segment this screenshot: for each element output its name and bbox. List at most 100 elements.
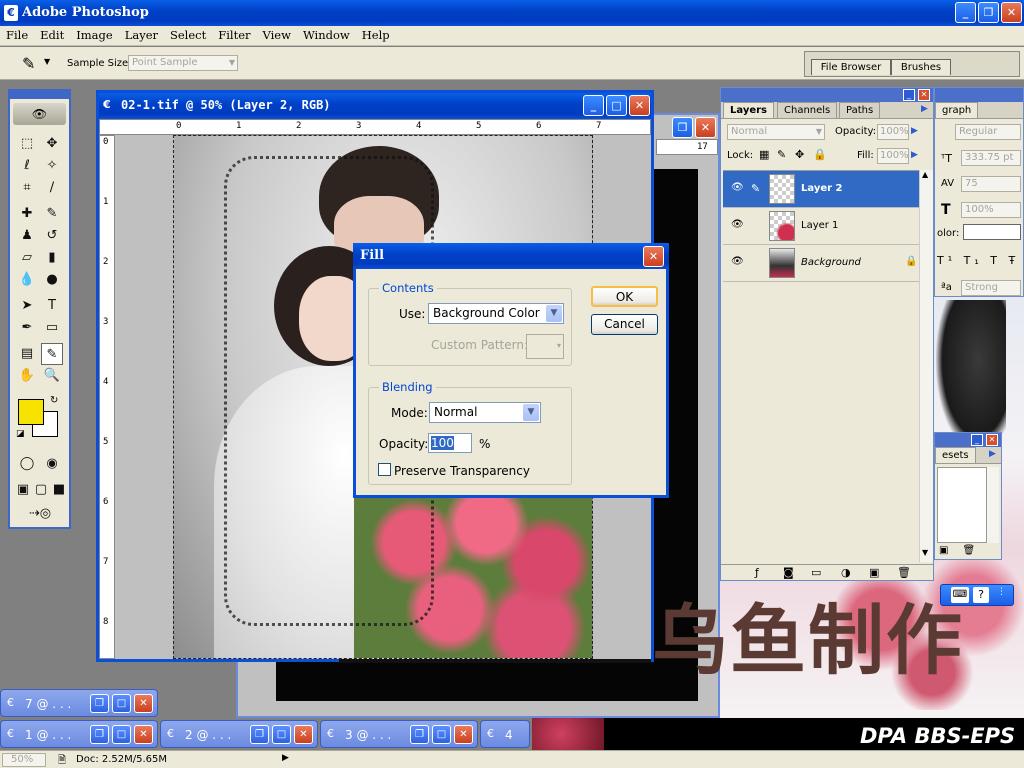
visibility-eye-icon[interactable]: 👁 [731, 220, 745, 230]
eyedropper-tool-icon[interactable]: ✎ [41, 343, 63, 365]
path-selection-tool-icon[interactable]: ➤ [16, 295, 38, 317]
screen-mode-standard-icon[interactable]: ▣ [14, 479, 32, 501]
fill-field[interactable]: 100% [877, 148, 909, 164]
fill-dialog-close-button[interactable]: ✕ [643, 246, 664, 267]
layer-row-layer-2[interactable]: 👁 ✎ Layer 2 [723, 171, 919, 208]
healing-brush-tool-icon[interactable]: ✚ [16, 203, 38, 225]
tracking-field[interactable]: 75 [961, 176, 1021, 192]
eyedropper-tool-icon[interactable]: ✎ [22, 54, 35, 73]
status-menu-arrow-icon[interactable]: ▶ [282, 753, 289, 763]
anti-alias-select[interactable]: Strong [961, 280, 1021, 296]
minimize-button[interactable]: _ [955, 2, 976, 23]
close-button[interactable]: ✕ [294, 725, 313, 744]
default-colors-icon[interactable]: ◪ [16, 429, 25, 439]
standard-mode-icon[interactable]: ◯ [16, 453, 38, 475]
pen-tool-icon[interactable]: ✒ [16, 317, 38, 339]
restore-button[interactable]: ❐ [410, 725, 429, 744]
text-style-icons[interactable]: T¹ T₁ T Ŧ [937, 254, 1019, 267]
restore-button[interactable]: ❐ [978, 2, 999, 23]
restore-button[interactable]: ❐ [90, 694, 109, 713]
panel-menu-arrow-icon[interactable]: ▶ [921, 104, 928, 114]
options-arrow-icon[interactable]: ⋮ [997, 587, 1006, 597]
minimized-doc-2[interactable]: € 2 @ . . . ❐ □ ✕ [160, 720, 318, 748]
eraser-tool-icon[interactable]: ▱ [16, 247, 38, 269]
font-style-select[interactable]: Regular [955, 124, 1021, 140]
lasso-tool-icon[interactable]: ℓ [16, 155, 38, 177]
doc-close-button[interactable]: ✕ [629, 95, 650, 116]
tab-channels[interactable]: Channels [777, 102, 838, 118]
panel-menu-arrow-icon[interactable]: ▶ [989, 449, 996, 459]
tab-paths[interactable]: Paths [839, 102, 881, 118]
fill-slider-arrow-icon[interactable]: ▶ [911, 150, 918, 160]
close-button[interactable]: ✕ [134, 694, 153, 713]
type-tool-icon[interactable]: T [41, 295, 63, 317]
lock-image-icon[interactable]: ✎ [777, 148, 786, 161]
brush-tool-icon[interactable]: ✎ [41, 203, 63, 225]
dodge-tool-icon[interactable]: ● [41, 269, 63, 291]
tab-paragraph[interactable]: graph [935, 102, 979, 118]
crop-tool-icon[interactable]: ⌗ [16, 177, 38, 199]
zoom-field[interactable]: 50% [2, 753, 46, 767]
presets-scrollbar[interactable] [987, 467, 999, 543]
swap-colors-icon[interactable]: ↻ [50, 395, 58, 406]
menu-image[interactable]: Image [70, 26, 118, 44]
new-layer-icon[interactable]: ▣ [869, 566, 879, 579]
presets-list[interactable] [937, 467, 987, 543]
menu-view[interactable]: View [257, 26, 297, 44]
layer-row-background[interactable]: 👁 Background 🔒 [723, 245, 919, 282]
lock-position-icon[interactable]: ✥ [795, 148, 804, 161]
ok-button[interactable]: OK [591, 286, 658, 307]
move-tool-icon[interactable]: ✥ [41, 133, 63, 155]
back-doc-close-button[interactable]: ✕ [695, 117, 716, 138]
delete-layer-icon[interactable]: 🗑 [897, 566, 911, 579]
restore-button[interactable]: ❐ [90, 725, 109, 744]
opacity-input[interactable]: 100 [428, 433, 472, 453]
new-group-icon[interactable]: ▭ [811, 566, 821, 579]
text-color-swatch[interactable] [963, 224, 1021, 240]
gradient-tool-icon[interactable]: ▮ [41, 247, 63, 269]
foreground-color-swatch[interactable] [18, 399, 44, 425]
adobe-eye-logo-icon[interactable]: 👁 [13, 103, 66, 125]
quick-mask-mode-icon[interactable]: ◉ [41, 453, 63, 475]
doc-maximize-button[interactable]: □ [606, 95, 627, 116]
slice-tool-icon[interactable]: ∕ [41, 177, 63, 199]
mode-select[interactable]: Normal ▼ [429, 402, 541, 423]
menu-layer[interactable]: Layer [119, 26, 164, 44]
menu-filter[interactable]: Filter [212, 26, 256, 44]
menu-select[interactable]: Select [164, 26, 212, 44]
layers-panel-minimize-icon[interactable]: _ [903, 89, 915, 101]
scale-field[interactable]: 100% [961, 202, 1021, 218]
brush-link-icon[interactable]: ✎ [751, 182, 760, 195]
screen-mode-full-menu-icon[interactable]: ▢ [32, 479, 50, 501]
presets-footer-icons[interactable]: ▣🗑 [939, 545, 989, 556]
blend-mode-select[interactable]: Normal ▼ [727, 124, 825, 140]
menu-edit[interactable]: Edit [34, 26, 70, 44]
preserve-transparency-checkbox[interactable] [378, 463, 391, 476]
zoom-tool-icon[interactable]: 🔍 [41, 365, 63, 387]
shape-tool-icon[interactable]: ▭ [41, 317, 63, 339]
doc-minimize-button[interactable]: _ [583, 95, 604, 116]
scroll-up-icon[interactable]: ▲ [922, 170, 928, 179]
tab-file-browser[interactable]: File Browser [811, 59, 891, 75]
tab-layers[interactable]: Layers [723, 102, 774, 118]
minimized-doc-1[interactable]: € 1 @ . . . ❐ □ ✕ [0, 720, 158, 748]
minimized-doc-4[interactable]: € 4 [480, 720, 530, 748]
cancel-button[interactable]: Cancel [591, 314, 658, 335]
opacity-field[interactable]: 100% [877, 124, 909, 140]
layer-style-icon[interactable]: ƒ [755, 566, 759, 579]
visibility-eye-icon[interactable]: 👁 [731, 183, 745, 193]
menu-help[interactable]: Help [356, 26, 396, 44]
adjustment-layer-icon[interactable]: ◑ [841, 566, 851, 579]
history-brush-tool-icon[interactable]: ↺ [41, 225, 63, 247]
layers-panel-close-icon[interactable]: ✕ [918, 89, 930, 101]
screen-mode-full-icon[interactable]: ■ [50, 479, 68, 501]
use-select[interactable]: Background Color ▼ [428, 303, 564, 324]
menu-window[interactable]: Window [297, 26, 356, 44]
restore-button[interactable]: ❐ [250, 725, 269, 744]
maximize-button[interactable]: □ [112, 725, 131, 744]
presets-close-icon[interactable]: ✕ [986, 434, 998, 446]
close-button[interactable]: ✕ [454, 725, 473, 744]
marquee-tool-icon[interactable]: ⬚ [16, 133, 38, 155]
notes-tool-icon[interactable]: ▤ [16, 343, 38, 365]
blur-tool-icon[interactable]: 💧 [16, 269, 38, 291]
